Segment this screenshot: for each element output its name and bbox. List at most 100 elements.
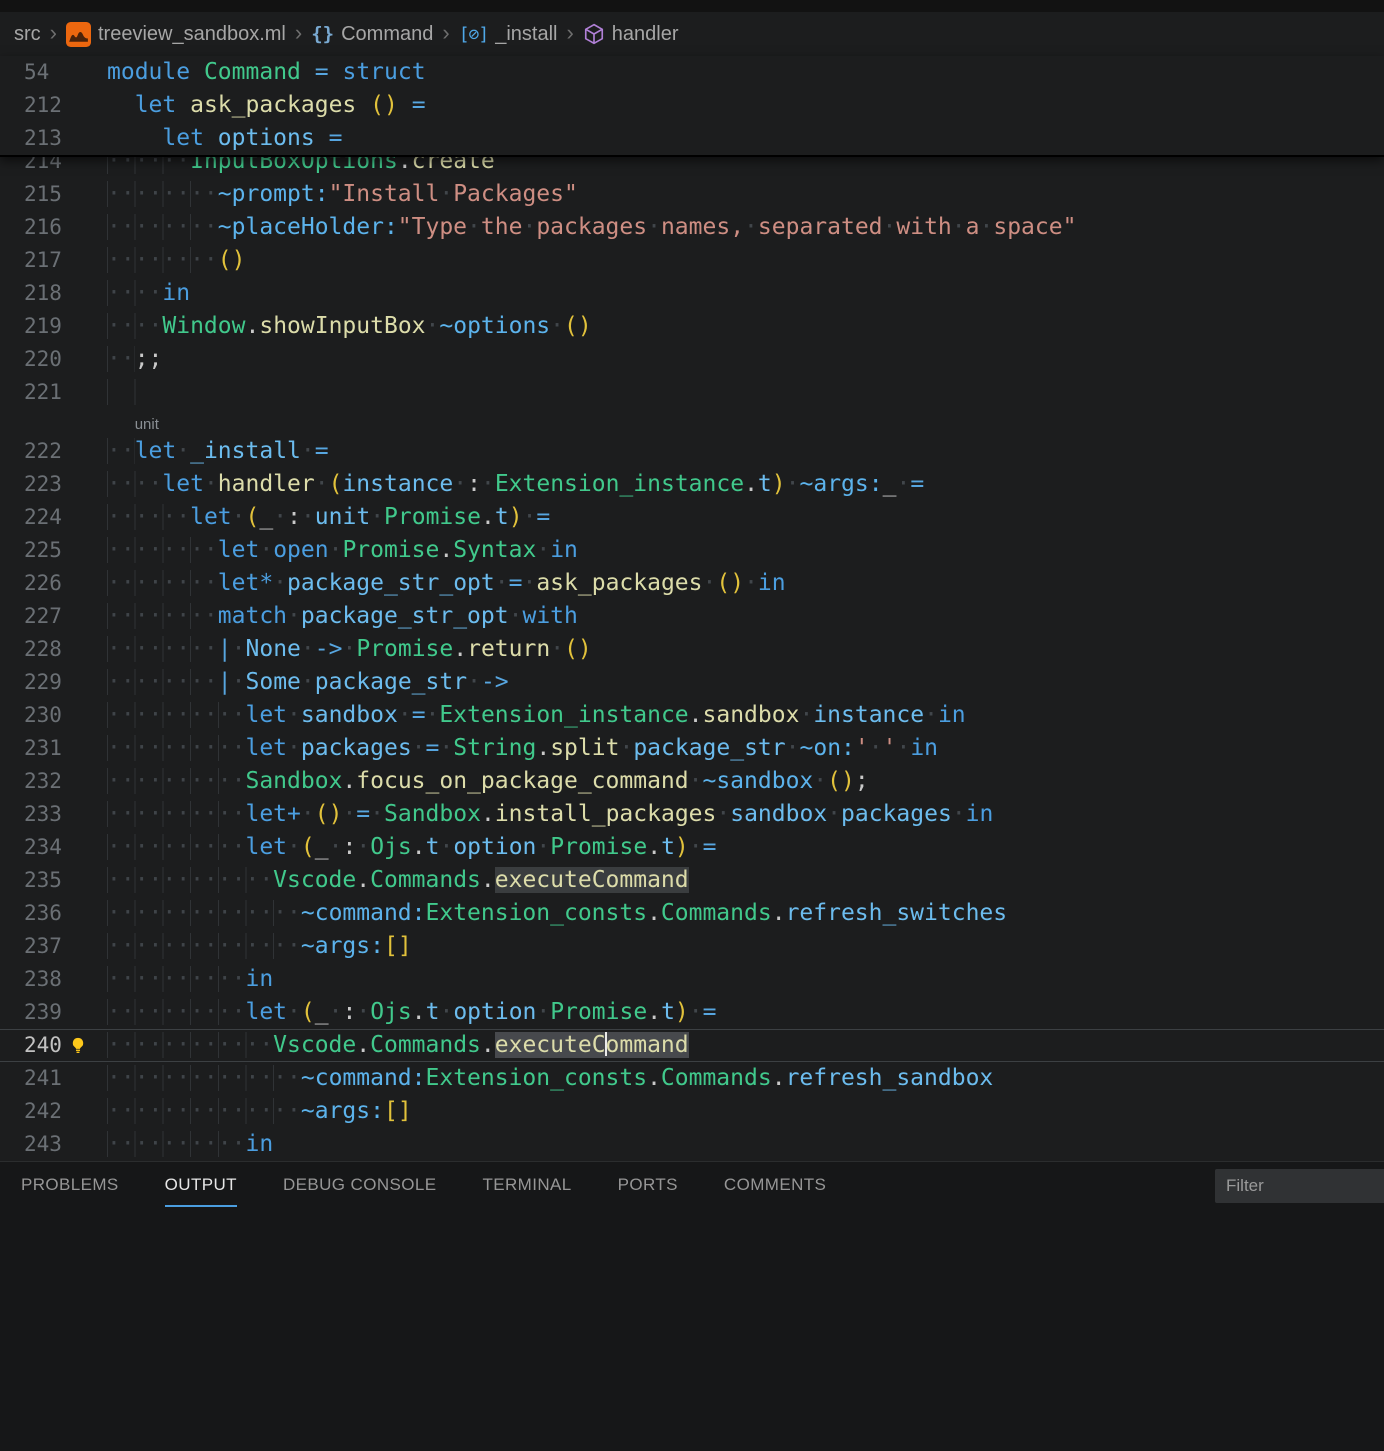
- breadcrumb: src›treeview_sandbox.ml›{}Command›[⊘]_in…: [0, 12, 1384, 56]
- breadcrumb-item-handler[interactable]: handler: [583, 23, 679, 46]
- inlay-hint-row[interactable]: unit: [0, 409, 1384, 435]
- line-number[interactable]: 233: [0, 798, 63, 831]
- line-content: ··········let·(_·:·Ojs.t·option·Promise.…: [107, 996, 1384, 1029]
- code-line[interactable]: 54module Command = struct: [0, 56, 1384, 89]
- filter-input[interactable]: [1215, 1169, 1384, 1203]
- line-number[interactable]: 229: [0, 666, 63, 699]
- token: space": [993, 214, 1076, 240]
- token: install_packages: [495, 801, 717, 827]
- code-line[interactable]: 242··············~args:[]: [0, 1095, 1384, 1128]
- code-line[interactable]: 214 ······InputBoxOptions.create: [0, 157, 1384, 178]
- token: ·: [523, 504, 537, 530]
- line-number[interactable]: 220: [0, 343, 63, 376]
- panel-tab-terminal[interactable]: TERMINAL: [482, 1162, 571, 1207]
- line-content: ··········let·sandbox·=·Extension_instan…: [107, 699, 1384, 732]
- line-number[interactable]: 228: [0, 633, 63, 666]
- code-line[interactable]: 238··········in: [0, 963, 1384, 996]
- line-number[interactable]: 223: [0, 468, 63, 501]
- panel-tab-debug-console[interactable]: DEBUG CONSOLE: [283, 1162, 437, 1207]
- line-number[interactable]: 224: [0, 501, 63, 534]
- code-line[interactable]: 226········let*·package_str_opt·=·ask_pa…: [0, 567, 1384, 600]
- line-number[interactable]: 231: [0, 732, 63, 765]
- token: executeCommand: [495, 867, 689, 893]
- code-line[interactable]: 222··let·_install·=: [0, 435, 1384, 468]
- line-number[interactable]: 227: [0, 600, 63, 633]
- line-number[interactable]: 219: [0, 310, 63, 343]
- code-line[interactable]: 234··········let·(_·:·Ojs.t·option·Promi…: [0, 831, 1384, 864]
- token: ·: [481, 471, 495, 497]
- code-line[interactable]: 233··········let+·()·=·Sandbox.install_p…: [0, 798, 1384, 831]
- line-number[interactable]: 222: [0, 435, 63, 468]
- line-number[interactable]: 221: [0, 376, 63, 409]
- line-number[interactable]: 239: [0, 996, 63, 1029]
- code-line[interactable]: 213 let options =: [0, 122, 1384, 155]
- panel-tab-output[interactable]: OUTPUT: [165, 1162, 237, 1207]
- line-number[interactable]: 238: [0, 963, 63, 996]
- breadcrumb-item-src[interactable]: src: [14, 23, 41, 46]
- lightbulb-icon[interactable]: [69, 1036, 87, 1056]
- breadcrumb-item--install[interactable]: [⊘]_install: [459, 23, 558, 46]
- line-number[interactable]: 243: [0, 1128, 63, 1161]
- code-line[interactable]: 239 ··········let·(_·:·Ojs.t·option·Promi…: [0, 996, 1384, 1029]
- line-number[interactable]: 232: [0, 765, 63, 798]
- line-number[interactable]: 215: [0, 178, 63, 211]
- panel-tab-ports[interactable]: PORTS: [618, 1162, 678, 1207]
- type-inlay-hint[interactable]: unit: [135, 416, 159, 433]
- code-line[interactable]: 243··········in: [0, 1128, 1384, 1161]
- line-number[interactable]: 241: [0, 1062, 63, 1095]
- line-number[interactable]: 234: [0, 831, 63, 864]
- code-line[interactable]: 223····let·handler·(instance·:·Extension…: [0, 468, 1384, 501]
- code-line[interactable]: 216········~placeHolder:"Type·the·packag…: [0, 211, 1384, 244]
- code-line[interactable]: 236··············~command:Extension_cons…: [0, 897, 1384, 930]
- code-line[interactable]: 218····in: [0, 277, 1384, 310]
- clipped-code-line[interactable]: 214 ······InputBoxOptions.create: [0, 157, 1384, 178]
- panel-tab-comments[interactable]: COMMENTS: [724, 1162, 826, 1207]
- breadcrumb-item-command[interactable]: {}Command: [311, 23, 433, 46]
- line-number[interactable]: 242: [0, 1095, 63, 1128]
- code-line[interactable]: 228········|·None·->·Promise.return·(): [0, 633, 1384, 666]
- line-number[interactable]: 216: [0, 211, 63, 244]
- code-line[interactable]: 220··;;: [0, 343, 1384, 376]
- line-number[interactable]: 213: [0, 122, 63, 155]
- token: ·: [232, 636, 246, 662]
- token: let: [245, 735, 287, 761]
- code-line[interactable]: 237··············~args:[]: [0, 930, 1384, 963]
- code-line[interactable]: 219····Window.showInputBox·~options·(): [0, 310, 1384, 343]
- code-line[interactable]: 212 let ask_packages () =: [0, 89, 1384, 122]
- code-line[interactable]: 217········(): [0, 244, 1384, 277]
- code-line[interactable]: 224······let·(_·:·unit·Promise.t)·=: [0, 501, 1384, 534]
- code-line[interactable]: 221: [0, 376, 1384, 409]
- code-line[interactable]: 230 ··········let·sandbox·=·Extension_ins…: [0, 699, 1384, 732]
- code-line[interactable]: 227········match·package_str_opt·with: [0, 600, 1384, 633]
- code-line[interactable]: 240············Vscode.Commands.executeCo…: [0, 1029, 1384, 1062]
- line-number[interactable]: 54: [0, 56, 63, 89]
- line-number[interactable]: 218: [0, 277, 63, 310]
- code-line[interactable]: 232··········Sandbox.focus_on_package_co…: [0, 765, 1384, 798]
- code-line[interactable]: 241··············~command:Extension_cons…: [0, 1062, 1384, 1095]
- line-number[interactable]: 226: [0, 567, 63, 600]
- token: in: [245, 1131, 273, 1157]
- line-number[interactable]: 212: [0, 89, 63, 122]
- code-line[interactable]: 235············Vscode.Commands.executeCo…: [0, 864, 1384, 897]
- panel-tab-problems[interactable]: PROBLEMS: [21, 1162, 119, 1207]
- line-number[interactable]: 240: [0, 1029, 63, 1062]
- code-line[interactable]: 229········|·Some·package_str·->: [0, 666, 1384, 699]
- token: ·: [980, 214, 994, 240]
- line-number[interactable]: 230: [0, 699, 63, 732]
- token: ·: [522, 570, 536, 596]
- line-number[interactable]: 217: [0, 244, 63, 277]
- token: Promise: [550, 834, 647, 860]
- line-number[interactable]: 225: [0, 534, 63, 567]
- token: ~args:: [301, 933, 384, 959]
- code-line[interactable]: 231··········let·packages·=·String.split…: [0, 732, 1384, 765]
- line-number[interactable]: 214: [0, 157, 63, 178]
- line-content: ······InputBoxOptions.create: [107, 157, 1384, 178]
- code-line[interactable]: 225········let·open·Promise.Syntax·in: [0, 534, 1384, 567]
- line-number[interactable]: 235: [0, 864, 63, 897]
- code-line[interactable]: 215········~prompt:"Install·Packages": [0, 178, 1384, 211]
- line-number[interactable]: 236: [0, 897, 63, 930]
- line-number[interactable]: 237: [0, 930, 63, 963]
- breadcrumb-item-treeview-sandbox-ml[interactable]: treeview_sandbox.ml: [66, 22, 286, 47]
- token: ········: [107, 603, 218, 629]
- sticky-scroll[interactable]: 54module Command = struct212 let ask_pac…: [0, 56, 1384, 157]
